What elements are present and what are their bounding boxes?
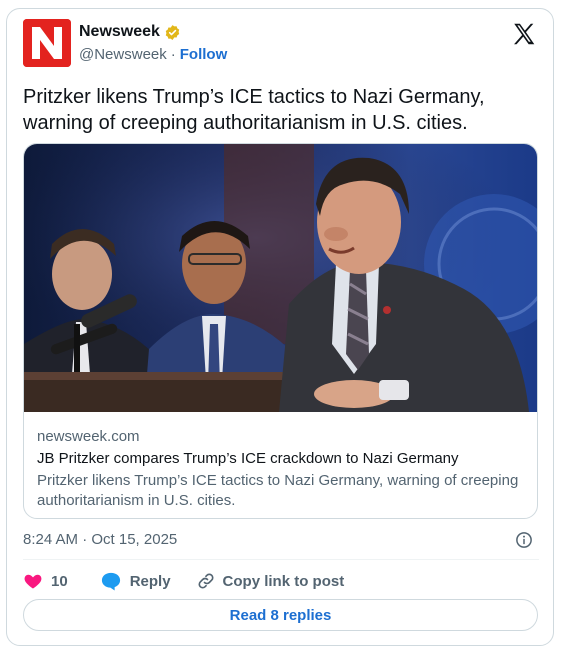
link-preview-card[interactable]: newsweek.com JB Pritzker compares Trump’… (23, 143, 538, 519)
copy-link-button[interactable]: Copy link to post (197, 572, 345, 590)
verified-badge-icon (165, 24, 180, 40)
copy-link-label: Copy link to post (222, 572, 345, 590)
account-name-row: Newsweek (79, 23, 181, 41)
link-description: Pritzker likens Trump’s ICE tactics to N… (37, 472, 519, 509)
like-count: 10 (51, 572, 68, 590)
newsweek-logo-icon (23, 19, 71, 67)
link-preview-meta: newsweek.com JB Pritzker compares Trump’… (37, 427, 527, 511)
follow-button[interactable]: Follow (180, 46, 228, 63)
heart-icon (24, 574, 42, 589)
action-bar: 10 Reply Copy link to post (23, 571, 344, 591)
article-photo (24, 144, 537, 412)
post-text: Pritzker likens Trump’s ICE tactics to N… (23, 86, 485, 134)
post-timestamp[interactable]: 8:24 AM · Oct 15, 2025 (23, 531, 177, 548)
link-headline: JB Pritzker compares Trump’s ICE crackdo… (37, 450, 459, 467)
read-replies-button[interactable]: Read 8 replies (23, 599, 538, 631)
newsweek-avatar[interactable] (23, 19, 71, 67)
link-domain: newsweek.com (37, 428, 140, 445)
info-icon[interactable] (515, 531, 533, 549)
handle-separator: · (170, 46, 176, 63)
reply-button[interactable]: Reply (100, 571, 171, 591)
x-logo-icon[interactable] (511, 21, 537, 47)
post-card: Newsweek @Newsweek · Follow Pritzker lik… (6, 8, 554, 646)
account-name[interactable]: Newsweek (79, 23, 160, 41)
reply-label: Reply (129, 572, 171, 590)
link-icon (198, 573, 214, 589)
handle-row: @Newsweek · Follow (79, 46, 227, 63)
account-handle[interactable]: @Newsweek (79, 46, 167, 63)
divider (23, 559, 539, 560)
reply-bubble-icon (101, 572, 120, 591)
like-button[interactable]: 10 (23, 571, 68, 591)
